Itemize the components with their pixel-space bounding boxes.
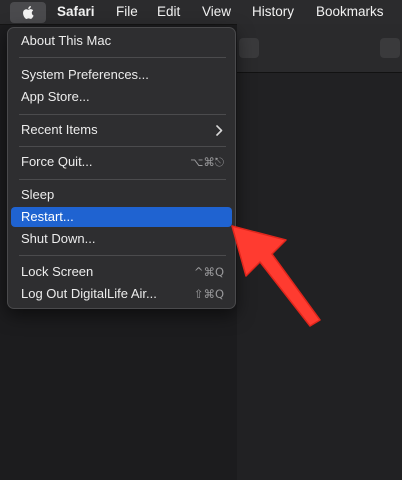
menu-bar: Safari File Edit View History Bookmarks xyxy=(0,0,402,25)
menu-item-recent-items[interactable]: Recent Items xyxy=(11,120,232,140)
menu-separator xyxy=(19,114,226,115)
menu-item-force-quit[interactable]: Force Quit... ⌥⌘⎋ xyxy=(11,152,232,172)
menu-separator xyxy=(19,57,226,58)
menu-item-app-store[interactable]: App Store... xyxy=(11,87,232,107)
safari-window-toolbar xyxy=(237,24,402,73)
menu-item-label: Lock Screen xyxy=(21,264,94,279)
menu-item-label: Restart... xyxy=(21,209,74,224)
menu-separator xyxy=(19,255,226,256)
menu-item-label: App Store... xyxy=(21,89,90,104)
menu-item-shortcut: ⇧⌘Q xyxy=(193,287,224,301)
menubar-app-safari[interactable]: Safari xyxy=(57,0,95,24)
menu-item-log-out[interactable]: Log Out DigitalLife Air... ⇧⌘Q xyxy=(11,284,232,304)
menu-item-shut-down[interactable]: Shut Down... xyxy=(11,229,232,249)
menu-item-label: Force Quit... xyxy=(21,154,93,169)
menubar-view[interactable]: View xyxy=(202,0,231,24)
menu-item-label: Recent Items xyxy=(21,122,98,137)
menu-item-label: System Preferences... xyxy=(21,67,149,82)
menu-item-sleep[interactable]: Sleep xyxy=(11,185,232,205)
menubar-file[interactable]: File xyxy=(116,0,138,24)
menu-item-restart[interactable]: Restart... xyxy=(11,207,232,227)
toolbar-button[interactable] xyxy=(239,38,259,58)
menu-item-label: Shut Down... xyxy=(21,231,96,246)
menu-item-shortcut: ^⌘Q xyxy=(193,265,224,279)
menu-item-label: About This Mac xyxy=(21,33,112,48)
chevron-right-icon xyxy=(216,125,223,136)
menu-separator xyxy=(19,179,226,180)
menu-item-shortcut: ⌥⌘⎋ xyxy=(190,155,224,169)
menubar-bookmarks[interactable]: Bookmarks xyxy=(316,0,384,24)
menu-item-system-preferences[interactable]: System Preferences... xyxy=(11,65,232,85)
apple-logo-icon xyxy=(23,6,34,19)
menu-item-label: Log Out DigitalLife Air... xyxy=(21,286,157,301)
toolbar-button[interactable] xyxy=(380,38,400,58)
menubar-edit[interactable]: Edit xyxy=(157,0,180,24)
menu-item-label: Sleep xyxy=(21,187,55,202)
apple-menu-dropdown: About This Mac System Preferences... App… xyxy=(7,27,236,309)
annotation-arrow-icon xyxy=(231,225,321,327)
menu-separator xyxy=(19,146,226,147)
menubar-history[interactable]: History xyxy=(252,0,294,24)
apple-menu-button[interactable] xyxy=(10,2,46,23)
menu-item-lock-screen[interactable]: Lock Screen ^⌘Q xyxy=(11,262,232,282)
menu-item-about-this-mac[interactable]: About This Mac xyxy=(11,31,232,51)
